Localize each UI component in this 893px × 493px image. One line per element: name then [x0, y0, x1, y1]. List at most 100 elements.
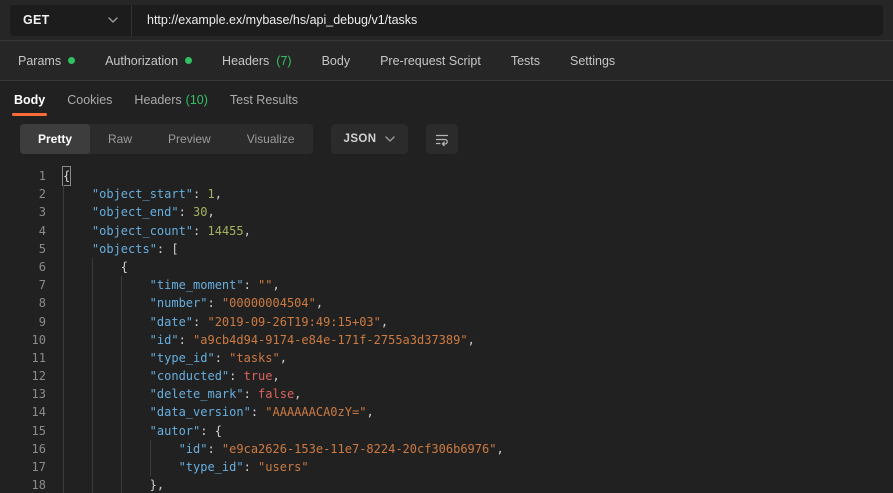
- wrap-text-button[interactable]: [426, 124, 458, 154]
- indent-guide: [63, 440, 92, 458]
- indent-guide: [63, 294, 92, 312]
- tab-label: Headers: [222, 54, 269, 68]
- line-number: 13: [0, 385, 46, 403]
- line-content: {: [63, 167, 70, 185]
- view-mode-visualize[interactable]: Visualize: [229, 124, 313, 154]
- response-body-editor[interactable]: 1{2"object_start": 1,3"object_end": 30,4…: [0, 161, 893, 493]
- indent-guide: [121, 294, 150, 312]
- indent-guide: [121, 476, 150, 493]
- line-content: "objects": [: [63, 240, 179, 258]
- line-content: "time_moment": "",: [63, 276, 280, 294]
- line-number: 6: [0, 258, 46, 276]
- line-number: 11: [0, 349, 46, 367]
- indent-guide: [63, 258, 92, 276]
- method-label: GET: [23, 13, 50, 27]
- token-key: "object_start": [92, 185, 193, 203]
- view-mode-switcher: PrettyRawPreviewVisualize: [20, 124, 313, 154]
- code-line: 1{: [0, 167, 893, 185]
- code-line: 2"object_start": 1,: [0, 185, 893, 203]
- tab-label: Params: [18, 54, 61, 68]
- line-number: 18: [0, 476, 46, 493]
- token-punc: ,: [280, 349, 287, 367]
- indent-guide: [92, 294, 121, 312]
- request-tab-tests[interactable]: Tests: [511, 54, 540, 68]
- indent-guide: [63, 222, 92, 240]
- line-content: "type_id": "tasks",: [63, 349, 287, 367]
- code-line: 11 "type_id": "tasks",: [0, 349, 893, 367]
- request-tab-headers[interactable]: Headers(7): [222, 54, 292, 68]
- format-select[interactable]: JSON: [331, 124, 409, 154]
- request-tab-pre-request-script[interactable]: Pre-request Script: [380, 54, 481, 68]
- code-lines: 1{2"object_start": 1,3"object_end": 30,4…: [0, 167, 893, 493]
- token-str: "tasks": [229, 349, 280, 367]
- token-key: "delete_mark": [150, 385, 244, 403]
- code-line: 7"time_moment": "",: [0, 276, 893, 294]
- response-view-controls: PrettyRawPreviewVisualize JSON: [20, 124, 893, 154]
- indent-guide: [92, 458, 121, 476]
- line-content: "date": "2019-09-26T19:49:15+03",: [63, 313, 388, 331]
- token-str: "": [258, 276, 272, 294]
- line-content: "autor": {: [63, 422, 222, 440]
- request-url-bar: GET http://example.ex/mybase/hs/api_debu…: [0, 0, 893, 41]
- token-bool: true: [244, 367, 273, 385]
- indent-guide: [121, 403, 150, 421]
- token-key: "number": [150, 294, 208, 312]
- line-content: },: [63, 476, 164, 493]
- code-line: 17"type_id": "users": [0, 458, 893, 476]
- code-line: 13"delete_mark": false,: [0, 385, 893, 403]
- token-punc: ,: [496, 440, 503, 458]
- code-line: 15"autor": {: [0, 422, 893, 440]
- request-tab-authorization[interactable]: Authorization: [105, 54, 192, 68]
- line-content: "conducted": true,: [63, 367, 280, 385]
- token-punc: ,: [366, 403, 373, 421]
- line-number: 1: [0, 167, 46, 185]
- url-input[interactable]: http://example.ex/mybase/hs/api_debug/v1…: [132, 5, 883, 36]
- line-content: "object_start": 1,: [63, 185, 222, 203]
- token-punc: ,: [316, 294, 323, 312]
- token-punc: ,: [273, 276, 280, 294]
- indent-guide: [121, 440, 150, 458]
- token-punc: ,: [468, 331, 475, 349]
- token-punc: :: [193, 185, 207, 203]
- code-line: 6{: [0, 258, 893, 276]
- line-number: 9: [0, 313, 46, 331]
- request-tab-settings[interactable]: Settings: [570, 54, 615, 68]
- token-key: "time_moment": [150, 276, 244, 294]
- tab-label: Headers: [134, 93, 181, 107]
- indent-guide: [92, 385, 121, 403]
- token-bool: false: [258, 385, 294, 403]
- token-punc: :: [244, 458, 258, 476]
- token-punc: ,: [273, 367, 280, 385]
- token-punc: :: [229, 367, 243, 385]
- request-tab-body[interactable]: Body: [322, 54, 351, 68]
- response-tab-test-results[interactable]: Test Results: [228, 83, 300, 117]
- request-tab-params[interactable]: Params: [18, 54, 75, 68]
- view-mode-raw[interactable]: Raw: [90, 124, 150, 154]
- token-punc: :: [207, 294, 221, 312]
- token-punc: },: [150, 476, 164, 493]
- response-tab-body[interactable]: Body: [12, 83, 47, 117]
- token-punc: :: [251, 403, 265, 421]
- tab-label: Tests: [511, 54, 540, 68]
- token-punc: ,: [215, 185, 222, 203]
- code-line: 14"data_version": "AAAAAACA0zY=",: [0, 403, 893, 421]
- indent-guide: [63, 458, 92, 476]
- token-punc: ,: [294, 385, 301, 403]
- method-select[interactable]: GET: [10, 5, 132, 36]
- token-punc: :: [179, 203, 193, 221]
- response-tab-cookies[interactable]: Cookies: [65, 83, 114, 117]
- view-mode-preview[interactable]: Preview: [150, 124, 229, 154]
- token-str: "a9cb4d94-9174-e84e-171f-2755a3d37389": [193, 331, 468, 349]
- indent-guide: [92, 276, 121, 294]
- indent-guide: [121, 349, 150, 367]
- indent-guide: [121, 313, 150, 331]
- token-num: 14455: [208, 222, 244, 240]
- view-mode-pretty[interactable]: Pretty: [20, 124, 90, 154]
- response-tabs: Body Cookies Headers(10) Test Results: [0, 83, 893, 117]
- token-punc: ,: [381, 313, 388, 331]
- line-content: "id": "e9ca2626-153e-11e7-8224-20cf306b6…: [63, 440, 504, 458]
- token-str: "AAAAAACA0zY=": [265, 403, 366, 421]
- green-dot-icon: [185, 57, 192, 64]
- format-label: JSON: [344, 133, 377, 145]
- response-tab-headers[interactable]: Headers(10): [132, 83, 209, 117]
